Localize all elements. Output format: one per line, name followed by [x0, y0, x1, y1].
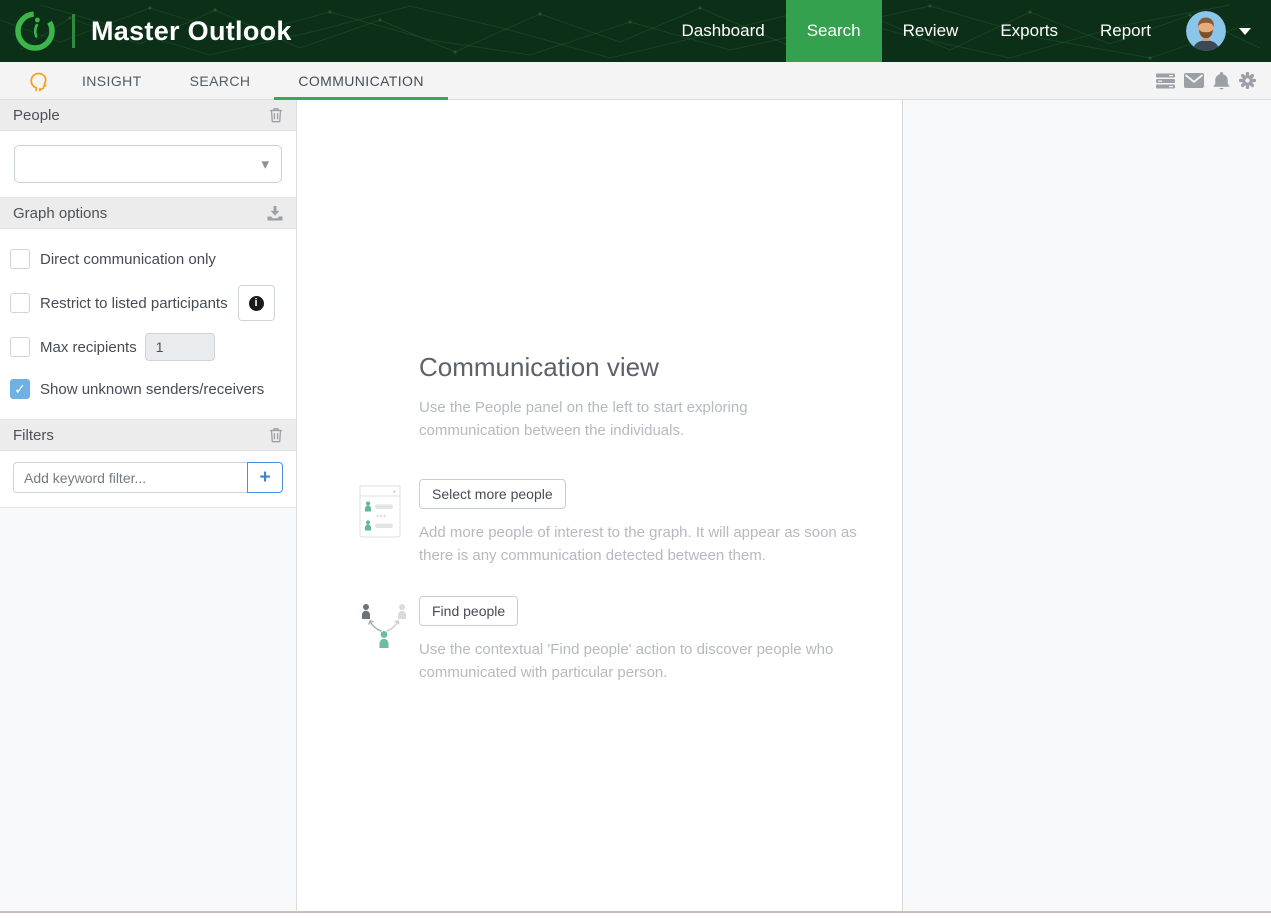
- direct-communication-label: Direct communication only: [40, 251, 216, 268]
- option-row-restrict-participants: Restrict to listed participants i: [10, 281, 286, 325]
- find-people-description: Use the contextual 'Find people' action …: [419, 638, 871, 684]
- filters-panel-header: Filters: [0, 420, 296, 451]
- option-row-direct-communication: Direct communication only: [10, 237, 286, 281]
- select-more-people-button[interactable]: Select more people: [419, 479, 566, 509]
- option-row-show-unknown: ✓ Show unknown senders/receivers: [10, 369, 286, 409]
- info-circle-icon: i: [249, 296, 264, 311]
- sidebar: People ▾ Graph options: [0, 100, 297, 911]
- page-intro: Use the People panel on the left to star…: [419, 396, 774, 442]
- tab-insight[interactable]: INSIGHT: [58, 62, 166, 99]
- select-more-people-section: Select more people Add more people of in…: [419, 479, 902, 567]
- tab-search[interactable]: SEARCH: [166, 62, 275, 99]
- user-menu-caret-icon[interactable]: [1239, 28, 1251, 35]
- people-select[interactable]: ▾: [14, 145, 282, 183]
- option-row-max-recipients: Max recipients: [10, 325, 286, 369]
- empty-state: Communication view Use the People panel …: [297, 100, 902, 684]
- restrict-participants-info-button[interactable]: i: [238, 285, 275, 321]
- app-logo-icon: [12, 8, 58, 54]
- main-nav: Dashboard Search Review Exports Report: [661, 0, 1172, 62]
- right-panel: [903, 100, 1271, 911]
- gear-icon[interactable]: [1239, 72, 1256, 89]
- server-icon[interactable]: [1156, 73, 1175, 89]
- nav-item-search[interactable]: Search: [786, 0, 882, 62]
- nav-item-report[interactable]: Report: [1079, 0, 1172, 62]
- clear-filters-trash-icon[interactable]: [269, 427, 283, 443]
- tab-communication[interactable]: COMMUNICATION: [274, 62, 448, 99]
- user-menu[interactable]: [1172, 0, 1271, 62]
- insight-head-icon: [26, 68, 52, 94]
- people-panel-body: ▾: [0, 131, 296, 198]
- show-unknown-label: Show unknown senders/receivers: [40, 381, 264, 398]
- keyword-filter-input[interactable]: [13, 462, 247, 493]
- max-recipients-label: Max recipients: [40, 339, 137, 356]
- find-people-section: Find people Use the contextual 'Find peo…: [419, 596, 902, 684]
- max-recipients-checkbox[interactable]: [10, 337, 30, 357]
- clear-people-trash-icon[interactable]: [269, 107, 283, 123]
- app-header: Master Outlook Dashboard Search Review E…: [0, 0, 1271, 62]
- add-filter-button[interactable]: +: [247, 462, 283, 493]
- content-area: People ▾ Graph options: [0, 100, 1271, 911]
- tabbar-actions: [1156, 62, 1271, 99]
- nav-item-dashboard[interactable]: Dashboard: [661, 0, 786, 62]
- direct-communication-checkbox[interactable]: [10, 249, 30, 269]
- graph-options-panel-header: Graph options: [0, 198, 296, 229]
- find-people-button[interactable]: Find people: [419, 596, 518, 626]
- page-title: Communication view: [419, 352, 902, 383]
- logo-area: Master Outlook: [0, 0, 292, 62]
- people-panel-header: People: [0, 100, 296, 131]
- graph-options-title: Graph options: [13, 205, 107, 222]
- people-panel-title: People: [13, 107, 60, 124]
- restrict-participants-label: Restrict to listed participants: [40, 295, 228, 312]
- window-bottom-gap: [0, 913, 1271, 918]
- nav-item-review[interactable]: Review: [882, 0, 980, 62]
- graph-options-body: Direct communication only Restrict to li…: [0, 229, 296, 420]
- logo-divider: [72, 14, 75, 48]
- show-unknown-checkbox[interactable]: ✓: [10, 379, 30, 399]
- view-tab-bar: INSIGHT SEARCH COMMUNICATION: [0, 62, 1271, 100]
- chevron-down-icon: ▾: [261, 157, 269, 172]
- select-more-people-description: Add more people of interest to the graph…: [419, 521, 871, 567]
- find-people-icon: [359, 602, 409, 652]
- app-title: Master Outlook: [91, 16, 292, 47]
- export-graph-download-icon[interactable]: [267, 206, 283, 221]
- mail-icon[interactable]: [1184, 73, 1204, 88]
- filters-body: +: [0, 451, 296, 508]
- max-recipients-input[interactable]: [145, 333, 215, 361]
- restrict-participants-checkbox[interactable]: [10, 293, 30, 313]
- people-list-icon: [359, 485, 403, 539]
- filters-title: Filters: [13, 427, 54, 444]
- user-avatar[interactable]: [1186, 11, 1226, 51]
- communication-view-panel: Communication view Use the People panel …: [297, 100, 903, 911]
- nav-item-exports[interactable]: Exports: [979, 0, 1079, 62]
- bell-icon[interactable]: [1213, 72, 1230, 90]
